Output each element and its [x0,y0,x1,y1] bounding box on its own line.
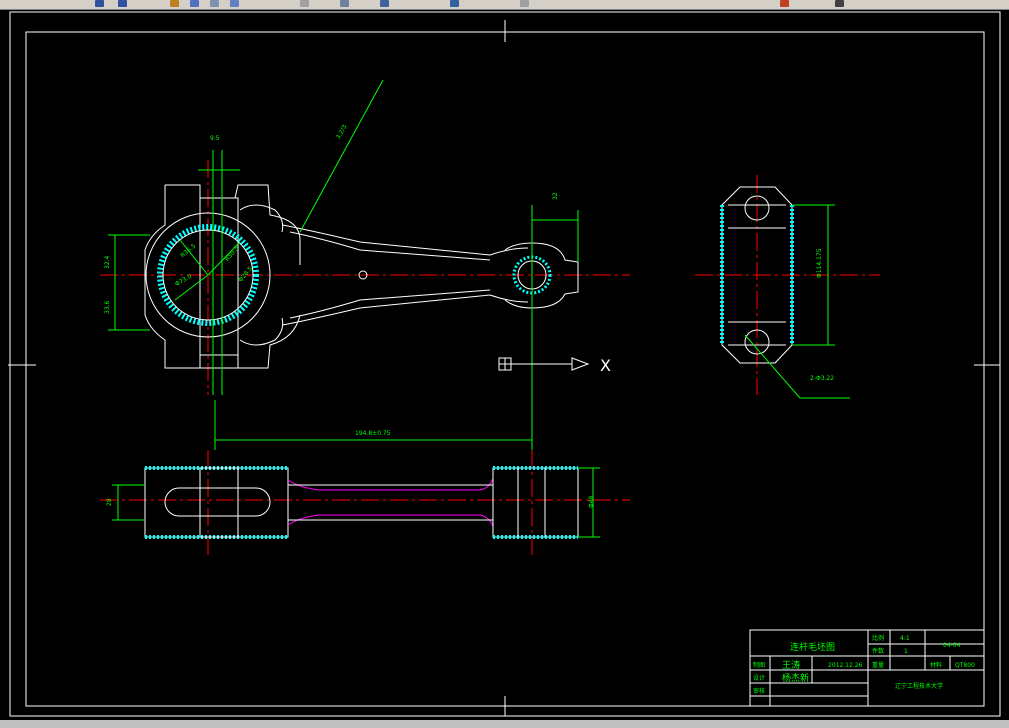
title-weight-label: 重量 [872,661,884,669]
dim-side-height: Φ114.175 [816,248,823,278]
front-view: 9.5 3.2/3 32.4 33.6 R36.5 R50.3 Φ73.0 Φ2… [100,79,630,450]
title-school: 辽宁工程技术大学 [895,682,943,690]
redo-icon[interactable] [118,0,127,7]
title-part-name: 连杆毛坯图 [790,641,835,653]
layer-icon[interactable] [380,0,389,7]
dim-hole-note: 2-Φ3.22 [810,375,834,382]
dim-height-upper: 32.4 [104,255,111,269]
dim-phi-inner: Φ73.0 [174,273,193,288]
pan-icon[interactable] [170,0,179,7]
title-scale-value: 4:1 [900,635,910,642]
title-quantity-value: 1 [904,648,908,655]
top-view: 28 Φ48 [100,450,630,555]
title-draw-name: 王涛 [782,659,800,671]
text-style-icon[interactable] [340,0,349,7]
zoom-previous-icon[interactable] [230,0,239,7]
cad-drawing[interactable]: 9.5 3.2/3 32.4 33.6 R36.5 R50.3 Φ73.0 Φ2… [0,10,1009,720]
dim-thickness-left: 28 [106,498,113,506]
dim-thickness-right: Φ48 [588,495,595,508]
dim-height-lower: 33.6 [104,300,111,314]
plot-icon[interactable] [835,0,844,7]
dim-leader: 3.2/3 [335,124,349,141]
zoom-window-icon[interactable] [210,0,219,7]
title-scale-label: 比例 [872,634,884,642]
linetype-icon[interactable] [520,0,529,7]
properties-icon[interactable] [300,0,309,7]
dim-small-end: 32 [552,192,559,200]
centering-marks [8,20,1000,716]
color-icon[interactable] [450,0,459,7]
title-audit-label: 审核 [753,687,765,695]
title-draw-date: 2012.12.26 [828,662,863,669]
title-design-label: 设计 [753,674,765,682]
ucs-x-label: X [600,356,611,375]
title-quantity-label: 件数 [872,647,884,655]
drawing-canvas[interactable]: 9.5 3.2/3 32.4 33.6 R36.5 R50.3 Φ73.0 Φ2… [0,10,1009,720]
side-view: Φ114.175 2-Φ3.22 [695,175,880,399]
title-draw-label: 制图 [753,661,765,669]
title-design-name: 杨杰新 [782,672,809,684]
lineweight-icon[interactable] [780,0,789,7]
undo-icon[interactable] [95,0,104,7]
dim-r-inner: R36.5 [179,243,197,260]
title-material-value: QT800 [955,662,975,669]
cad-toolbar [0,0,1009,10]
dim-center-distance: 194.8±0.75 [355,430,391,437]
zoom-icon[interactable] [190,0,199,7]
status-bar [0,720,1009,728]
dim-top-width: 9.5 [210,135,220,142]
ucs-icon: X [498,356,611,375]
title-drawing-no: 04-04 [943,642,961,649]
title-material-label: 材料 [930,661,942,669]
dim-phi-outer: Φ28.5 [237,265,254,283]
